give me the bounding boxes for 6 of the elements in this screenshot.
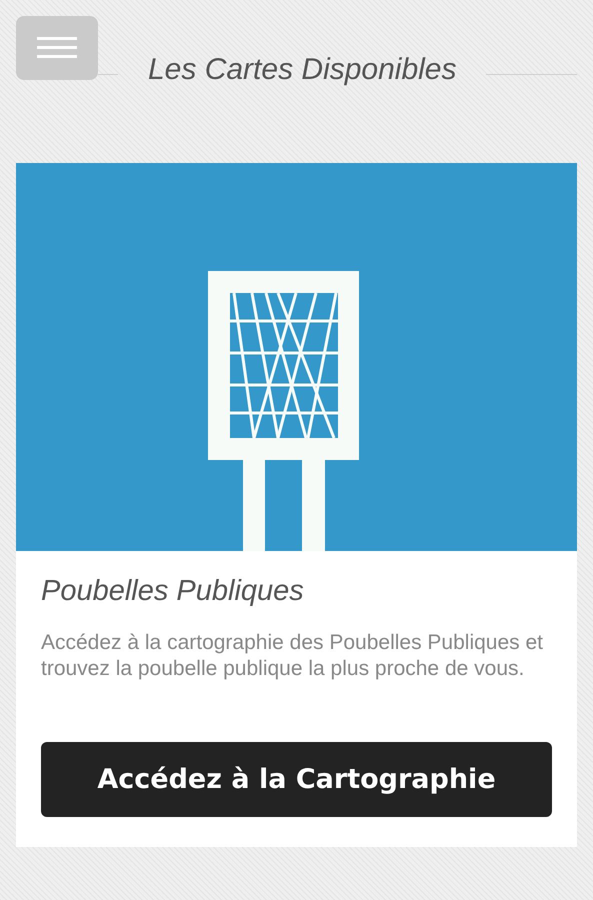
menu-button[interactable] xyxy=(16,16,98,80)
menu-icon xyxy=(37,37,77,59)
map-button[interactable]: Accédez à la Cartographie xyxy=(41,742,552,817)
card-title: Poubelles Publiques xyxy=(41,575,305,608)
card-description: Accédez à la cartographie des Poubelles Publiques et trouvez la poubelle publique la plus proche de vous. xyxy=(41,630,544,682)
page-title: Les Cartes Disponibles xyxy=(148,53,456,87)
